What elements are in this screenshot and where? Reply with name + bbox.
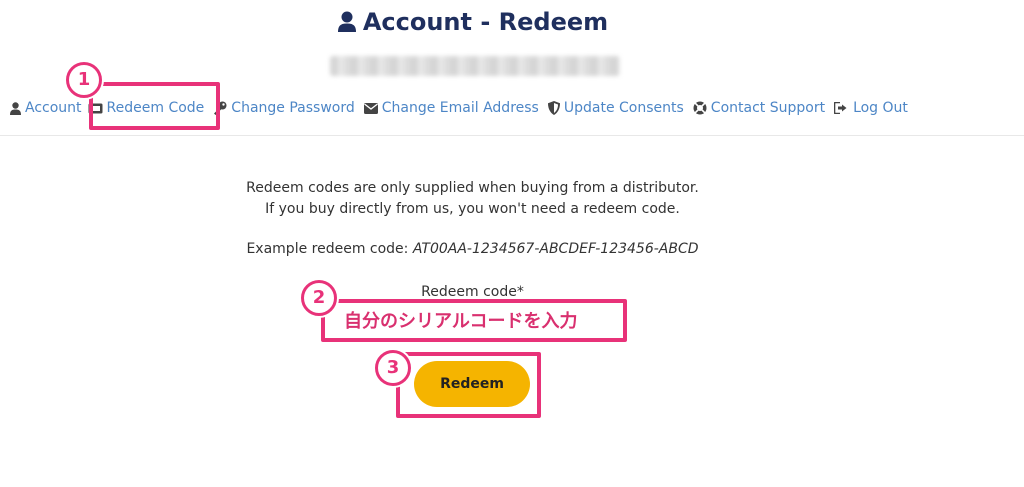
lifebuoy-icon [693,101,707,115]
example-code-line: Example redeem code: AT00AA-1234567-ABCD… [0,241,945,257]
nav-item-change-password[interactable]: Change Password [213,100,355,116]
user-icon [337,11,356,32]
step-marker-3: 3 [375,350,411,386]
redeem-code-label: Redeem code* [421,284,524,300]
nav-item-change-email[interactable]: Change Email Address [363,100,539,116]
nav-item-label: Change Password [231,100,355,116]
account-email-blurred [330,56,620,76]
highlight-code-input [321,299,627,342]
step-marker-2: 2 [301,280,337,316]
nav-item-update-consents[interactable]: Update Consents [547,100,684,116]
step-marker-1: 1 [66,62,102,98]
page-title: Account - Redeem [0,8,945,36]
nav-item-label: Account [25,100,82,116]
redeem-info: Redeem codes are only supplied when buyi… [0,178,945,220]
nav-item-label: Update Consents [563,100,684,116]
user-icon [10,101,21,115]
highlight-redeem-button [396,352,541,418]
shield-icon [547,101,560,115]
nav-item-log-out[interactable]: Log Out [834,100,908,116]
example-prefix: Example redeem code: [246,241,409,257]
nav-divider [0,135,1024,136]
nav-item-label: Contact Support [710,100,826,116]
info-line: If you buy directly from us, you won't n… [265,201,680,217]
nav-item-label: Change Email Address [381,100,539,116]
nav-item-label: Log Out [853,100,908,116]
info-line: Redeem codes are only supplied when buyi… [246,180,699,196]
envelope-icon [363,102,378,114]
nav-item-contact-support[interactable]: Contact Support [693,100,825,116]
nav-item-account[interactable]: Account [10,100,82,116]
example-code: AT00AA-1234567-ABCDEF-123456-ABCD [412,241,699,257]
sign-out-icon [834,102,849,114]
page-title-text: Account - Redeem [362,8,609,36]
highlight-redeem-code-tab [89,82,220,130]
